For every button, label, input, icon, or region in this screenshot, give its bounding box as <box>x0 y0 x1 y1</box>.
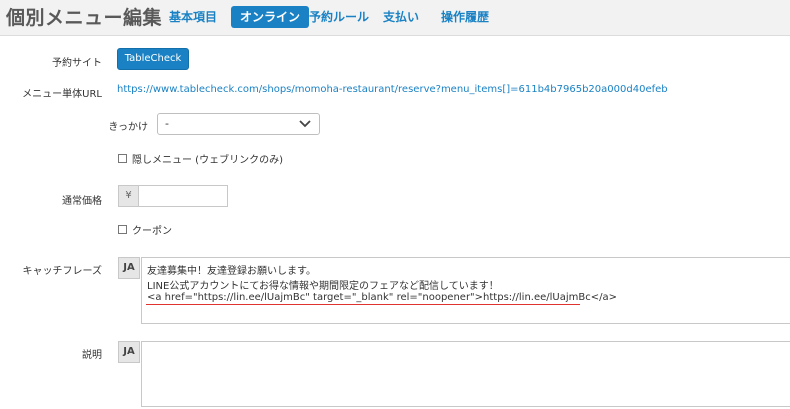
tab-online[interactable]: オンライン <box>231 6 310 28</box>
trigger-select-value: - <box>165 117 169 130</box>
regular-price-input[interactable] <box>138 185 228 207</box>
catchphrase-line-1: 友達募集中！友達登録お願いします。 <box>147 266 316 277</box>
highlight-underline <box>146 304 580 305</box>
description-label: 説明 <box>82 350 102 361</box>
catchphrase-line-3: <a href="https://lin.ee/lUajmBc" target=… <box>147 292 617 303</box>
regular-price-label: 通常価格 <box>62 196 102 207</box>
tab-basic[interactable]: 基本項目 <box>169 6 217 28</box>
page-title: 個別メニュー編集 <box>6 7 163 29</box>
coupon-label: クーポン <box>132 226 172 237</box>
catchphrase-label: キャッチフレーズ <box>22 266 103 277</box>
tab-reservation-rules[interactable]: 予約ルール <box>309 6 369 28</box>
menu-url-link[interactable]: https://www.tablecheck.com/shops/momoha-… <box>117 84 668 95</box>
chevron-down-icon <box>299 120 311 128</box>
tablecheck-button[interactable]: TableCheck <box>117 48 189 70</box>
hidden-menu-checkbox[interactable] <box>118 154 127 163</box>
catchphrase-line-2: LINE公式アカウントにてお得な情報や期間限定のフェアなど配信しています！ <box>147 281 499 292</box>
currency-addon: ¥ <box>118 185 139 207</box>
trigger-label: きっかけ <box>108 122 148 133</box>
trigger-select[interactable]: - <box>157 113 320 135</box>
header-bar: 個別メニュー編集 基本項目 オンライン 予約ルール 支払い 操作履歴 <box>0 0 790 36</box>
description-textarea[interactable] <box>141 341 790 407</box>
catchphrase-textarea[interactable]: 友達募集中！友達登録お願いします。 LINE公式アカウントにてお得な情報や期間限… <box>141 257 790 324</box>
menu-url-label: メニュー単体URL <box>22 89 102 100</box>
catchphrase-lang-tag: JA <box>118 257 140 279</box>
hidden-menu-label: 隠しメニュー (ウェブリンクのみ) <box>132 155 283 166</box>
reservation-site-label: 予約サイト <box>52 58 102 69</box>
coupon-checkbox[interactable] <box>118 225 127 234</box>
tab-payment[interactable]: 支払い <box>383 6 419 28</box>
description-lang-tag: JA <box>118 341 140 363</box>
tab-history[interactable]: 操作履歴 <box>441 6 489 28</box>
